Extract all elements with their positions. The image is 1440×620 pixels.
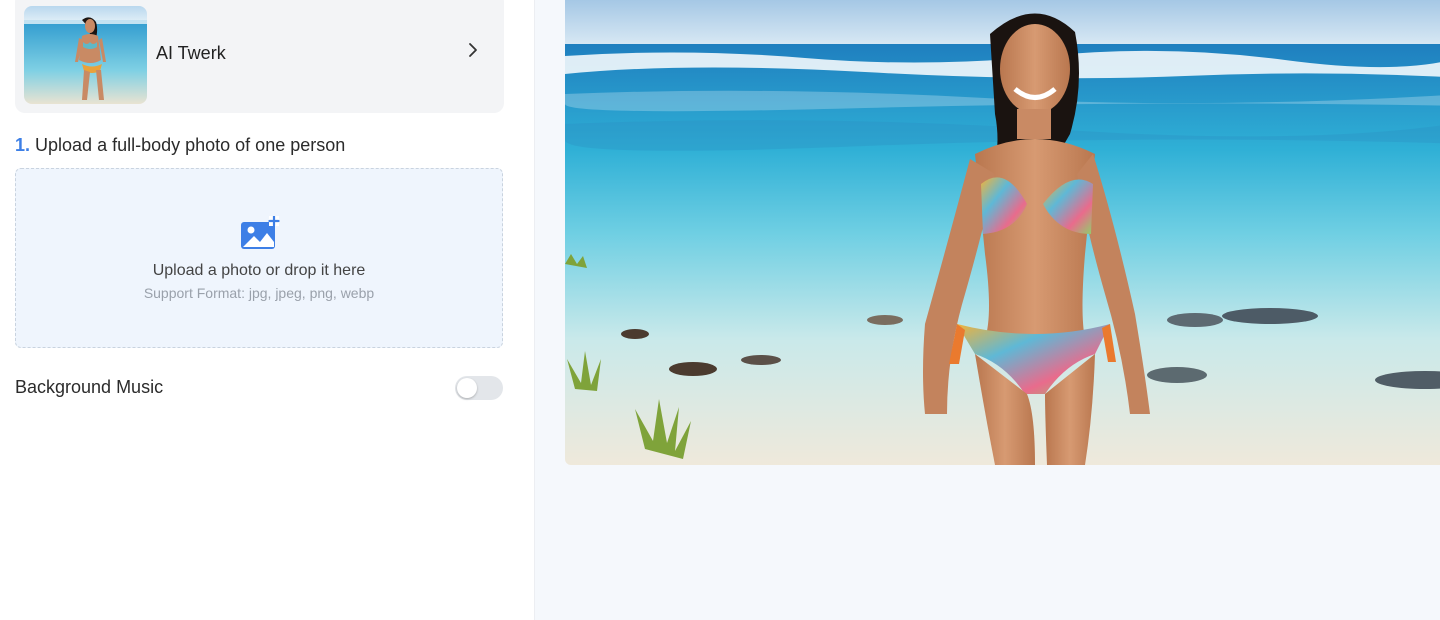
template-name: AI Twerk [156, 43, 226, 63]
beach-woman-thumbnail-image [24, 6, 147, 104]
background-music-toggle[interactable] [455, 376, 503, 400]
preview-image [565, 0, 1440, 465]
upload-main-text: Upload a photo or drop it here [152, 262, 366, 279]
photo-upload-dropzone[interactable]: Upload a photo or drop it here Support F… [15, 168, 503, 348]
upload-step-title: 1. Upload a full-body photo of one perso… [15, 135, 345, 156]
step-number: 1. [15, 135, 31, 155]
image-add-icon [241, 216, 280, 249]
upload-format-hint: Support Format: jpg, jpeg, png, webp [143, 285, 375, 301]
left-panel: AI Twerk 1. Upload a full-body photo of … [0, 0, 535, 620]
step-label: Upload a full-body photo of one person [35, 135, 346, 155]
beach-woman-preview-image [565, 0, 1440, 465]
toggle-knob [457, 378, 477, 398]
background-music-label: Background Music [15, 377, 164, 397]
chevron-right-icon[interactable] [464, 41, 482, 59]
template-thumbnail [24, 6, 147, 104]
app: AI Twerk 1. Upload a full-body photo of … [0, 0, 1440, 620]
template-selector[interactable]: AI Twerk [15, 0, 504, 113]
preview-panel [535, 0, 1440, 620]
